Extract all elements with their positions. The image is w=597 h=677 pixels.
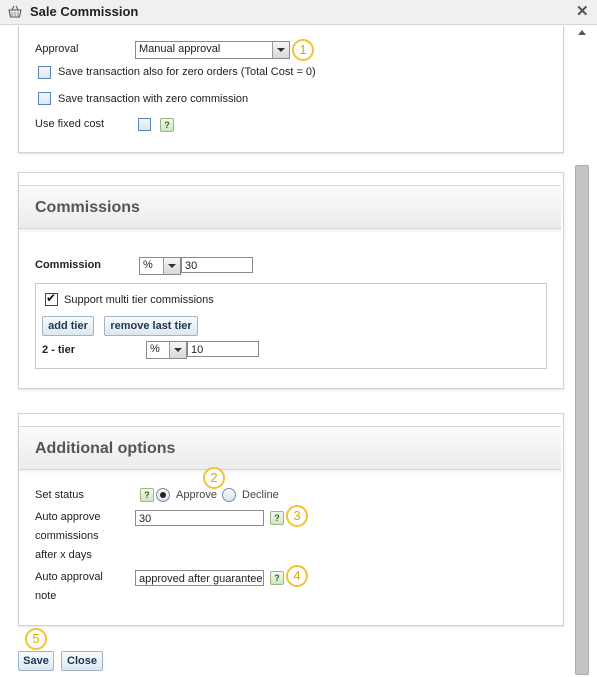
callout-badge-1: 1 [292,39,314,61]
chevron-down-icon[interactable] [163,258,180,274]
auto-approve-label-line3: after x days [35,549,92,561]
auto-approve-label-line2: commissions [35,530,99,542]
close-button[interactable]: Close [61,651,103,671]
commissions-header: Commissions [19,185,561,229]
commission-label: Commission [35,259,102,271]
tier-value-input[interactable]: 10 [187,341,259,357]
approve-label: Approve [176,489,217,501]
scroll-up-arrow-icon[interactable] [578,30,586,35]
help-icon[interactable]: ? [270,511,284,525]
add-tier-button[interactable]: add tier [42,316,94,336]
approval-select-value: Manual approval [139,43,221,55]
fixed-cost-checkbox[interactable] [138,118,151,131]
general-options-panel: Approval Manual approval 1 Save transact… [18,26,564,153]
additional-options-header: Additional options [19,426,561,470]
commission-value-input[interactable]: 30 [181,257,253,273]
dialog-title: Sale Commission [30,4,139,19]
zero-commission-checkbox[interactable] [38,92,51,105]
auto-approve-label-line1: Auto approve [35,511,101,523]
tier-type-value: % [150,343,160,355]
chevron-down-icon[interactable] [169,342,186,358]
approval-note-input[interactable]: approved after guarantee [135,570,264,586]
auto-approve-days-input[interactable]: 30 [135,510,264,526]
help-icon[interactable]: ? [160,118,174,132]
zero-orders-checkbox[interactable] [38,66,51,79]
callout-badge-3: 3 [286,505,308,527]
close-icon[interactable]: ✕ [576,2,589,20]
dialog-titlebar: Sale Commission ✕ [0,0,597,25]
commissions-heading: Commissions [35,199,140,216]
multi-tier-checkbox[interactable] [45,291,58,306]
additional-options-panel: Additional options Set status ? Approve … [18,413,564,626]
help-icon[interactable]: ? [140,488,154,502]
help-icon[interactable]: ? [270,571,284,585]
approval-select[interactable]: Manual approval [135,41,290,59]
approval-note-label-line1: Auto approval [35,571,103,583]
chevron-down-icon[interactable] [272,42,289,58]
callout-badge-5: 5 [25,628,47,650]
commissions-panel: Commissions Commission % 30 Support mult… [18,172,564,389]
decline-radio[interactable] [222,488,236,502]
decline-label: Decline [242,489,279,501]
set-status-label: Set status [35,489,84,501]
callout-badge-4: 4 [286,565,308,587]
approval-label: Approval [35,43,79,55]
multi-tier-box: Support multi tier commissions add tier … [35,283,547,369]
shopping-basket-icon [8,5,22,18]
zero-commission-label: Save transaction with zero commission [58,93,249,105]
approve-radio[interactable] [156,488,170,502]
zero-orders-label: Save transaction also for zero orders (T… [58,66,316,78]
fixed-cost-label: Use fixed cost [35,118,105,130]
multi-tier-label: Support multi tier commissions [64,294,214,306]
additional-options-heading: Additional options [35,440,176,457]
tier-type-select[interactable]: % [146,341,187,359]
remove-last-tier-button[interactable]: remove last tier [104,316,198,336]
commission-type-select[interactable]: % [139,257,181,275]
save-button[interactable]: Save [18,651,54,671]
scrollbar-thumb[interactable] [575,165,589,675]
approval-note-label-line2: note [35,590,57,602]
tier-2-label: 2 - tier [42,344,76,356]
commission-type-value: % [143,259,153,271]
callout-badge-2: 2 [203,467,225,489]
